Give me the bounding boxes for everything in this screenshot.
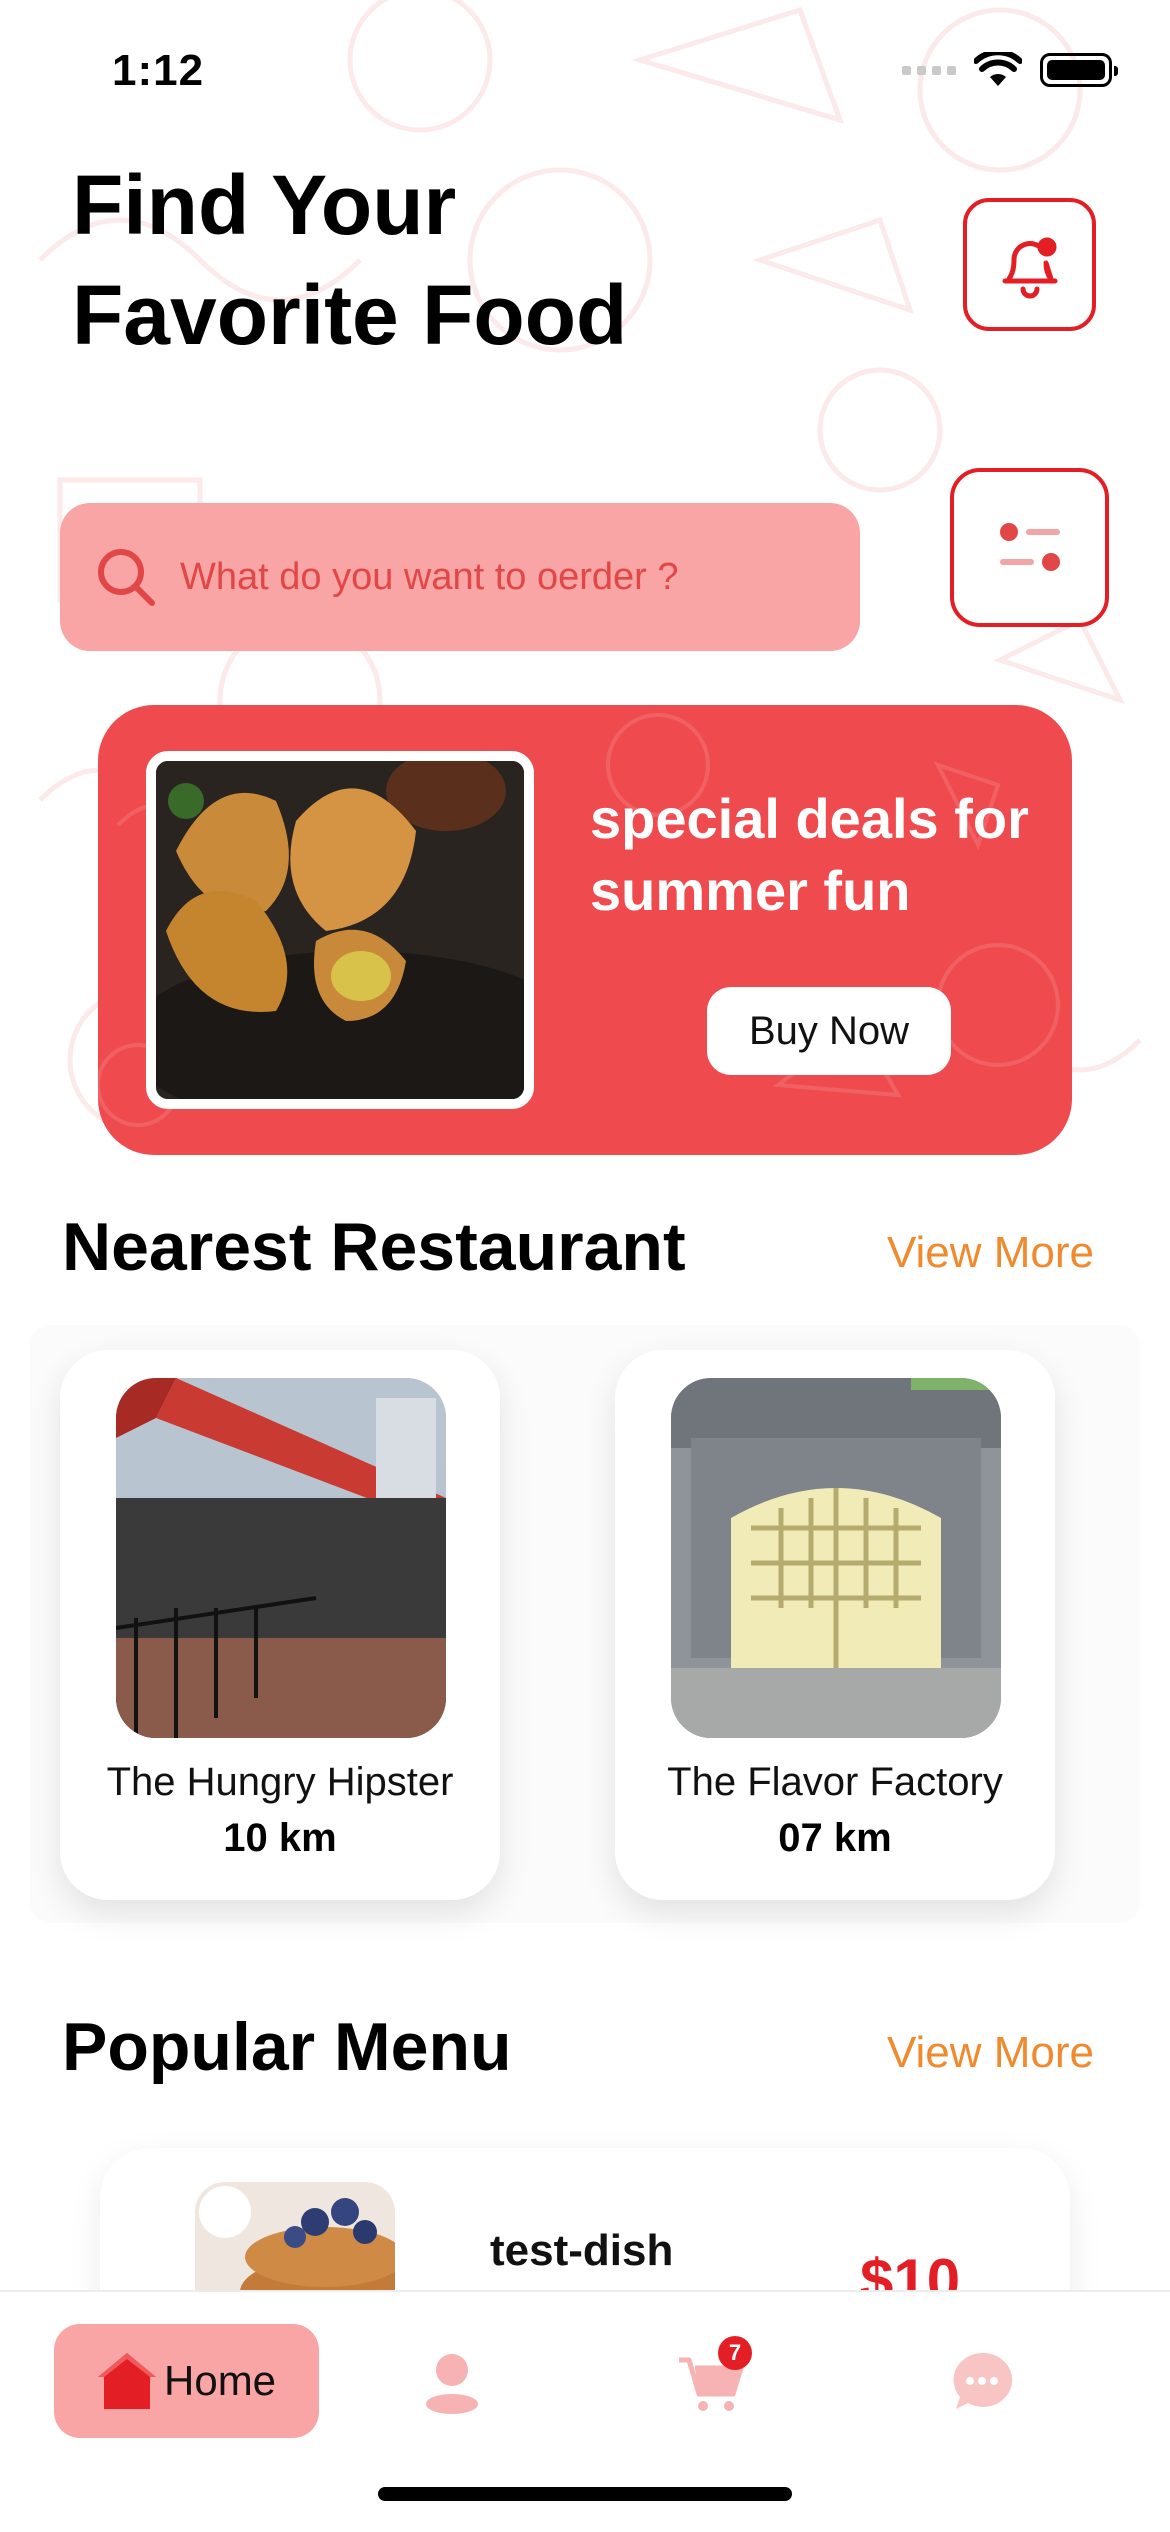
restaurant-name: The Hungry Hipster [106,1760,454,1804]
page-title-line-2: Favorite Food [72,268,628,362]
search-bar[interactable] [60,503,860,651]
battery-icon [1040,53,1118,87]
tab-cart[interactable]: 7 [672,2336,752,2420]
status-icons [902,52,1118,88]
promo-title: special deals for summer fun [590,787,1029,922]
home-icon [98,2353,156,2409]
menu-item-name: test-dish [490,2226,674,2275]
tab-home[interactable]: Home [54,2324,319,2438]
bell-icon [1002,237,1057,298]
restaurant-card[interactable]: The Flavor Factory 07 km [615,1350,1055,1900]
restaurant-distance: 07 km [778,1816,892,1860]
buy-now-button[interactable]: Buy Now [707,987,951,1075]
promo-banner[interactable]: special deals for summer fun Buy Now [98,705,1072,1155]
restaurant-card[interactable]: The Hungry Hipster 10 km [60,1350,500,1900]
status-bar: 1:12 [0,0,1170,140]
restaurant-image [671,1378,1001,1738]
tab-home-label: Home [164,2357,277,2404]
cart-count-badge: 7 [718,2336,752,2370]
search-input[interactable] [180,555,800,599]
popular-menu-title: Popular Menu [62,2009,512,2085]
restaurant-name: The Flavor Factory [667,1760,1003,1804]
restaurant-image [116,1378,446,1738]
restaurant-distance: 10 km [223,1816,337,1860]
nearest-view-more-link[interactable]: View More [887,1228,1094,1278]
page-title-line-1: Find Your [72,158,457,252]
search-icon [98,549,155,606]
home-indicator [378,2487,792,2501]
status-time: 1:12 [112,46,205,95]
profile-icon [426,2354,478,2414]
nearest-restaurant-title: Nearest Restaurant [62,1209,686,1285]
popular-view-more-link[interactable]: View More [887,2028,1094,2078]
chat-icon [953,2352,1013,2409]
page-title: Find Your Favorite Food [72,150,772,370]
tab-chat[interactable] [944,2344,1020,2420]
promo-food-image [146,751,534,1109]
wifi-icon [974,52,1022,86]
filter-button[interactable] [950,468,1109,627]
signal-icon [902,65,956,75]
filter-icon [999,522,1060,571]
tab-profile[interactable] [414,2344,490,2420]
notification-button[interactable] [963,198,1096,331]
